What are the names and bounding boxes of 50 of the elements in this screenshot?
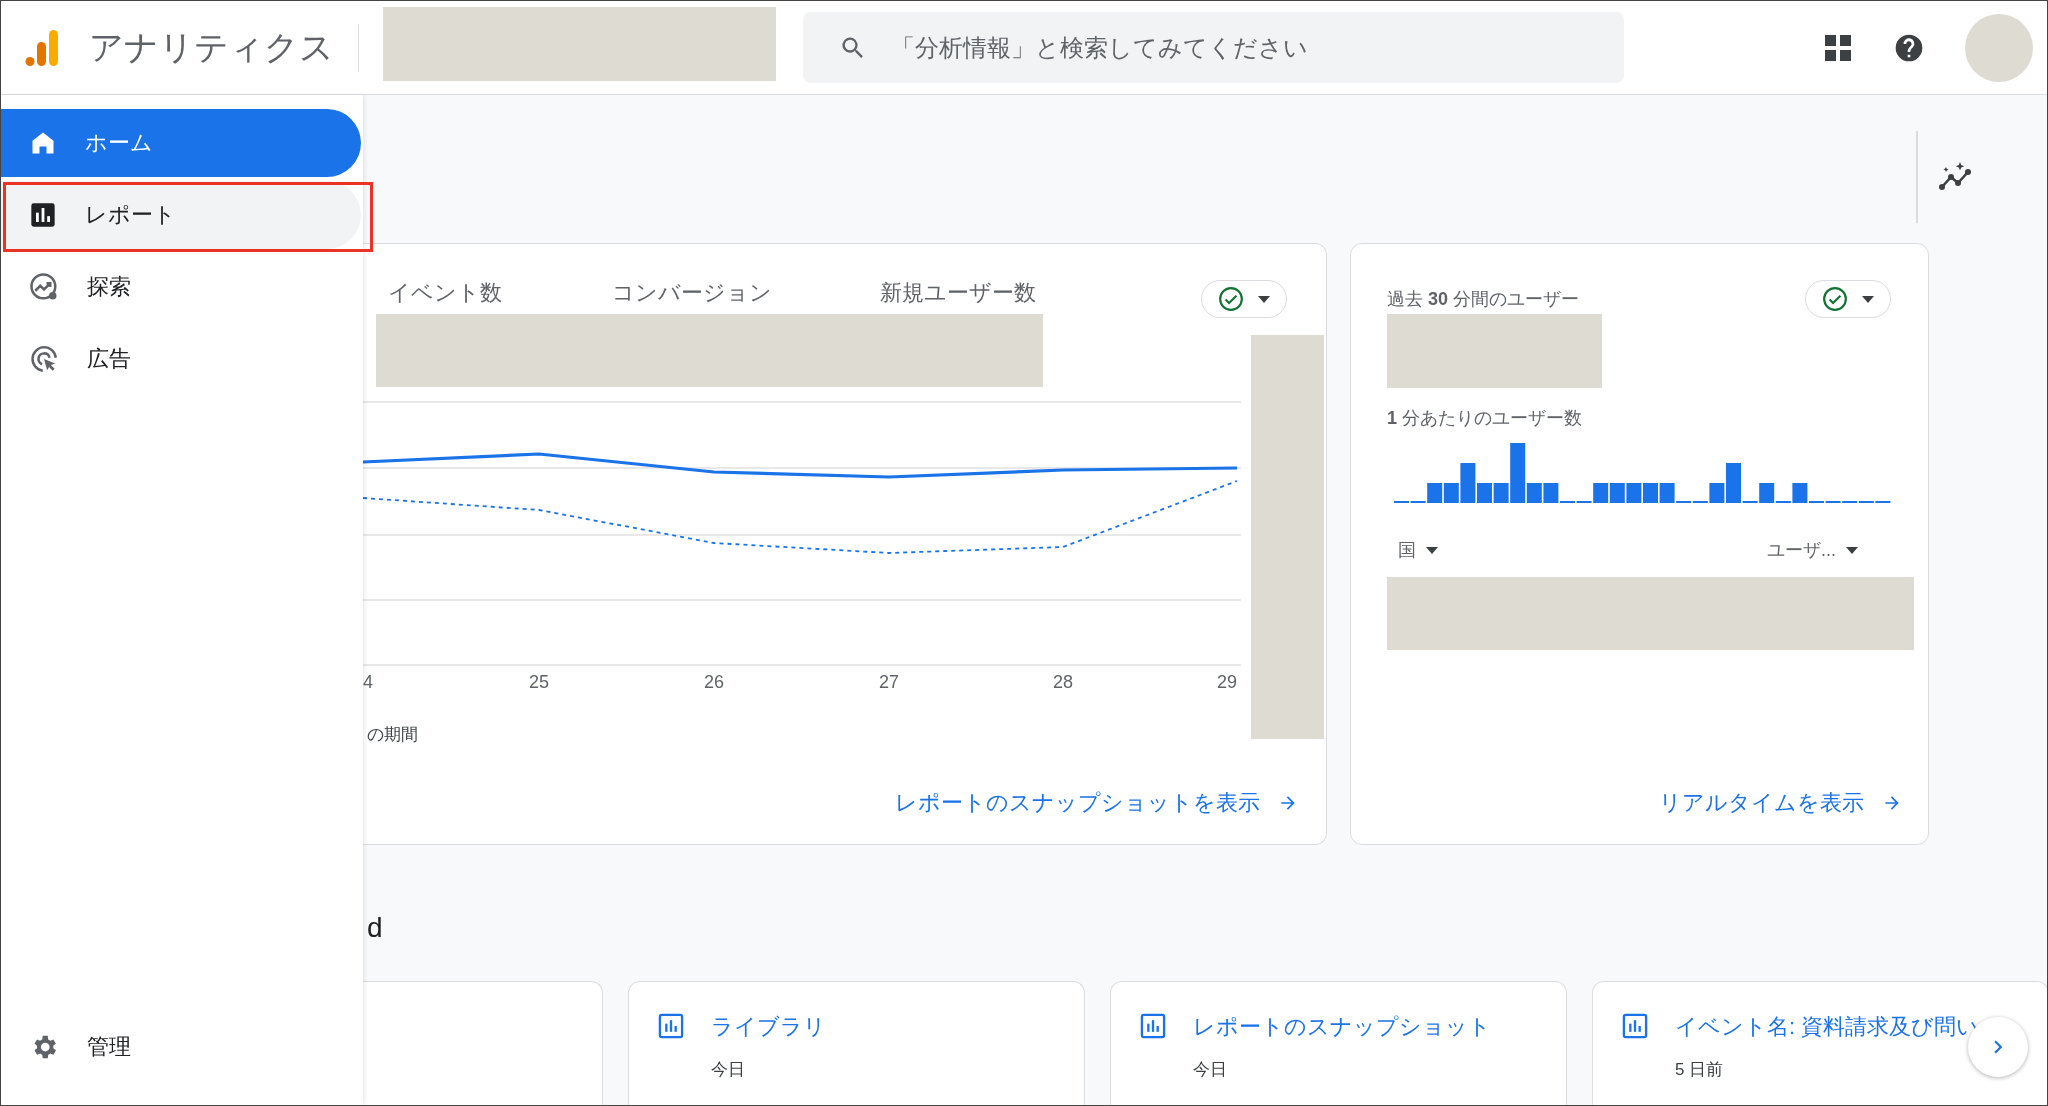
check-circle-icon <box>1822 286 1848 312</box>
legend-label: の期間 <box>366 724 419 746</box>
axis-label: 25 <box>529 672 549 692</box>
recent-card[interactable]: ライブラリ 今日 <box>628 981 1085 1105</box>
app-title: アナリティクス <box>89 26 334 68</box>
dimension-dropdown[interactable]: 国 <box>1398 538 1438 562</box>
logo-icon <box>25 27 61 68</box>
bar-chart-icon <box>29 201 57 229</box>
bar-chart-icon <box>1139 1012 1167 1040</box>
bar-chart-icon <box>657 1012 685 1040</box>
caret-icon <box>1846 546 1858 554</box>
chart-title: 1 分あたりのユーザー数 <box>1387 407 1584 430</box>
bar <box>1609 483 1625 503</box>
axis-label: 4 <box>363 672 373 692</box>
caret-icon <box>1862 295 1874 303</box>
search-field[interactable]: 「分析情報」と検索してみてください <box>889 32 1593 63</box>
nav-item[interactable]: 管理 <box>1 1013 361 1081</box>
caret-icon <box>1426 546 1438 554</box>
metric-tab[interactable]: コンバージョン <box>612 278 880 314</box>
card-time: 今日 <box>1193 1059 1228 1081</box>
card-title: 過去 30 分間のユーザー <box>1387 288 1580 311</box>
target-cursor-icon <box>29 344 59 374</box>
search-bar[interactable]: 「分析情報」と検索してみてください <box>803 12 1624 83</box>
axis-label: 27 <box>879 672 899 692</box>
card-time: 5 日前 <box>1675 1059 1725 1081</box>
nav-item[interactable]: 探索 <box>1 253 361 321</box>
card-title: レポートのスナップショット <box>1193 1013 1491 1041</box>
card-title: ライブラリ <box>711 1013 826 1041</box>
bar <box>1643 483 1658 503</box>
metric-tab[interactable]: 新規ユーザー数 <box>880 278 1036 314</box>
bar-chart-icon <box>1621 1012 1649 1040</box>
apps-icon[interactable] <box>1823 32 1853 63</box>
trend-circle-icon <box>29 272 59 302</box>
metric-tab[interactable]: イベント数 <box>388 278 612 314</box>
snapshot-link[interactable]: レポートのスナップショットを表示 <box>895 788 1298 818</box>
section-heading: d <box>366 911 384 945</box>
bar <box>1626 483 1642 503</box>
card-time: 今日 <box>711 1059 746 1081</box>
check-circle-icon <box>1218 286 1244 312</box>
nav-item[interactable]: ホーム <box>1 109 361 177</box>
nav-item[interactable]: レポート <box>1 181 361 249</box>
realtime-link[interactable]: リアルタイムを表示 <box>1659 788 1902 818</box>
recent-card[interactable]: レポートのスナップショット 今日 <box>1110 981 1567 1105</box>
nav-item[interactable]: 広告 <box>1 325 361 393</box>
metric-dropdown[interactable]: ユーザ... <box>1767 538 1858 562</box>
axis-label: 28 <box>1053 672 1073 692</box>
axis-label: 29 <box>1217 672 1237 692</box>
insights-icon[interactable] <box>1938 161 1974 193</box>
axis-label: 26 <box>704 672 724 692</box>
caret-icon <box>1258 295 1270 303</box>
